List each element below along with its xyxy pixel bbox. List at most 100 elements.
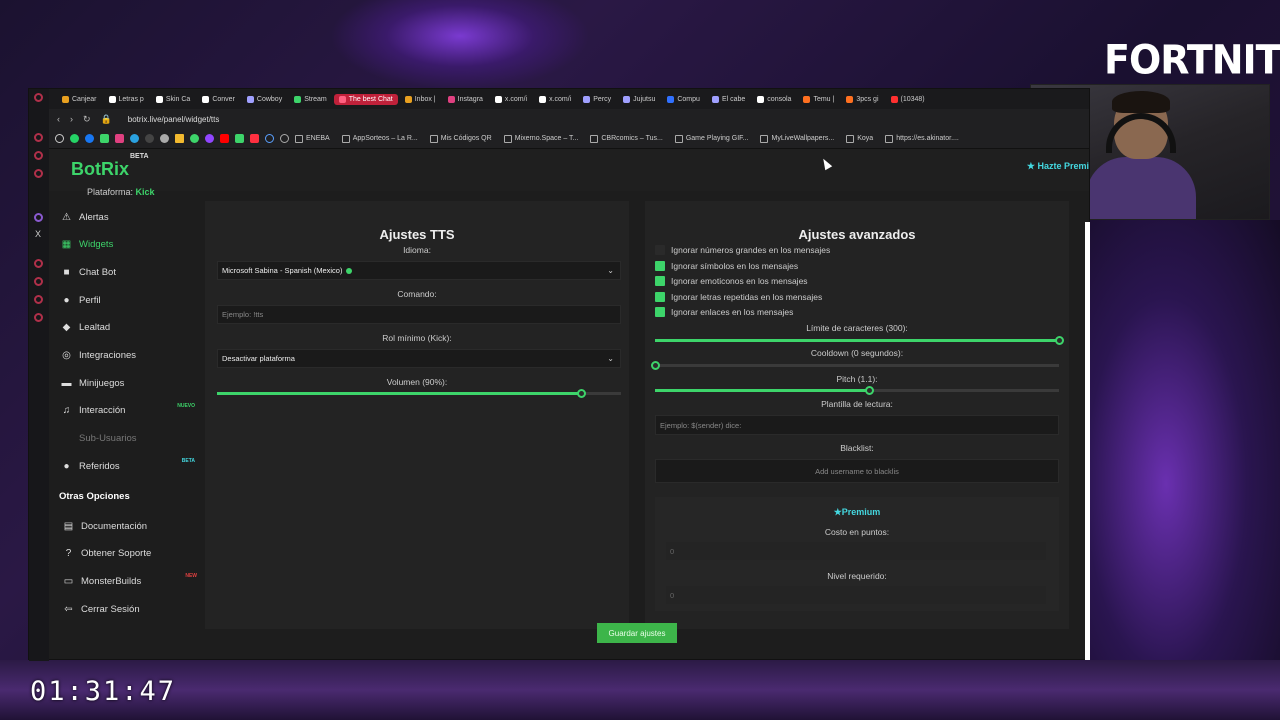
sidebar-item-sub-usuarios[interactable]: Sub-Usuarios xyxy=(61,429,201,449)
volume-slider[interactable] xyxy=(217,389,621,398)
x-icon[interactable]: X xyxy=(35,229,41,239)
youtube-icon[interactable] xyxy=(220,134,229,143)
browser-tab[interactable]: Jujutsu xyxy=(618,94,660,105)
back-icon[interactable]: ‹ xyxy=(57,114,60,124)
telegram-icon[interactable] xyxy=(130,134,139,143)
cost-input[interactable]: 0 xyxy=(665,541,1047,561)
bookmark-item[interactable]: Mixerno.Space – T... xyxy=(503,134,578,143)
bookmark-item[interactable]: MyLiveWallpapers... xyxy=(760,134,834,143)
browser-tab[interactable]: x.com/i xyxy=(534,94,576,105)
rail-icon[interactable] xyxy=(34,151,43,160)
language-select[interactable]: Microsoft Sabina - Spanish (Mexico) ⌄ xyxy=(217,261,621,280)
checkbox-unchecked-icon[interactable] xyxy=(655,245,665,255)
ignore-option-checkbox[interactable]: Ignorar letras repetidas en los mensajes xyxy=(655,291,822,302)
bookmark-item[interactable]: Mis Códigos QR xyxy=(429,134,492,143)
ignore-option-checkbox[interactable]: Ignorar números grandes en los mensajes xyxy=(655,245,830,255)
sidebar-item-documentaci-n[interactable]: ▤ Documentación xyxy=(63,516,203,536)
x-icon[interactable] xyxy=(160,134,169,143)
bookmark-item[interactable]: AppSorteos – La R... xyxy=(341,134,418,143)
ignore-option-checkbox[interactable]: Ignorar enlaces en los mensajes xyxy=(655,307,793,317)
rail-icon[interactable] xyxy=(34,259,43,268)
browser-tab[interactable]: Temu | xyxy=(798,94,839,105)
bookmark-icon[interactable] xyxy=(250,134,259,143)
bookmark-item[interactable]: ENEBA xyxy=(295,134,330,143)
template-input[interactable]: Ejemplo: $(sender) dice: xyxy=(655,415,1059,435)
discord-icon[interactable] xyxy=(280,134,289,143)
char-limit-slider[interactable] xyxy=(655,336,1064,345)
browser-tab[interactable]: Letras p xyxy=(104,94,149,105)
tiktok-icon[interactable] xyxy=(145,134,154,143)
bookmark-icon[interactable] xyxy=(265,134,274,143)
settings-icon[interactable] xyxy=(34,313,43,322)
chrome-icon[interactable] xyxy=(55,134,64,143)
botrix-logo[interactable]: BotRixBETA xyxy=(71,153,149,180)
binance-icon[interactable] xyxy=(175,134,184,143)
browser-tab[interactable]: (10348) xyxy=(886,94,930,105)
browser-tab[interactable]: Stream xyxy=(289,94,332,105)
blacklist-input[interactable]: Add username to blacklis xyxy=(655,459,1059,483)
sidebar-item-perfil[interactable]: ● Perfil xyxy=(61,290,201,310)
slider-thumb[interactable] xyxy=(651,361,660,370)
slider-thumb[interactable] xyxy=(865,386,875,395)
rail-icon[interactable] xyxy=(34,133,43,142)
sidebar-item-referidos[interactable]: ● Referidos BETA xyxy=(61,456,201,476)
checkbox-checked-icon[interactable] xyxy=(655,260,665,271)
forward-icon[interactable]: › xyxy=(70,114,73,124)
browser-tab[interactable]: Instagra xyxy=(443,94,488,105)
ignore-option-checkbox[interactable]: Ignorar emoticonos en los mensajes xyxy=(655,276,808,286)
twitch-icon[interactable] xyxy=(205,134,214,143)
browser-tab[interactable]: Percy xyxy=(578,94,616,105)
bookmark-item[interactable]: https://es.akinator.... xyxy=(885,134,959,143)
rail-icon[interactable] xyxy=(34,169,43,178)
sidebar-item-integraciones[interactable]: ◎ Integraciones xyxy=(61,346,201,366)
bookmark-item[interactable]: CBRcomics – Tus... xyxy=(590,134,663,143)
browser-tab[interactable]: Skin Ca xyxy=(151,94,196,105)
browser-tab[interactable]: x.com/i xyxy=(490,94,532,105)
sidebar-item-monsterbuilds[interactable]: ▭ MonsterBuilds NEW xyxy=(63,571,203,591)
instagram-icon[interactable] xyxy=(115,134,124,143)
sidebar-item-obtener-soporte[interactable]: ? Obtener Soporte xyxy=(63,544,203,564)
reload-icon[interactable]: ↻ xyxy=(83,114,91,125)
checkbox-checked-icon[interactable] xyxy=(655,291,665,302)
kick-icon[interactable] xyxy=(190,134,199,143)
facebook-icon[interactable] xyxy=(85,134,94,143)
kick-icon[interactable] xyxy=(235,134,244,143)
rail-icon[interactable] xyxy=(34,277,43,286)
level-input[interactable]: 0 xyxy=(665,585,1047,605)
checkbox-checked-icon[interactable] xyxy=(655,276,665,286)
ignore-option-checkbox[interactable]: Ignorar símbolos en los mensajes xyxy=(655,260,798,271)
checkbox-checked-icon[interactable] xyxy=(655,307,665,317)
sidebar-item-cerrar-sesi-n[interactable]: ⇦ Cerrar Sesión xyxy=(63,599,203,619)
bookmark-item[interactable]: Game Playing GIF... xyxy=(674,134,748,143)
url-field[interactable]: botrix.live/panel/widget/tts xyxy=(128,115,220,124)
browser-tab[interactable]: The best Chat xyxy=(333,93,398,105)
browser-tab[interactable]: El cabe xyxy=(707,94,750,105)
scrollbar[interactable] xyxy=(1085,222,1090,660)
browser-tab[interactable]: Compu xyxy=(662,94,705,105)
bookmark-item[interactable]: Koya xyxy=(846,134,873,143)
slider-thumb[interactable] xyxy=(1055,336,1064,345)
browser-tab[interactable]: 3pcs gi xyxy=(841,94,883,105)
browser-tab[interactable]: Conver xyxy=(197,94,240,105)
browser-tab[interactable]: Inbox | xyxy=(400,94,441,105)
slider-thumb[interactable] xyxy=(576,389,586,398)
browser-tab[interactable]: Canjear xyxy=(57,94,102,105)
save-settings-button[interactable]: Guardar ajustes xyxy=(597,623,677,643)
twitch-icon[interactable] xyxy=(34,213,43,222)
sidebar-item-alertas[interactable]: ⚠ Alertas xyxy=(61,207,201,227)
command-input[interactable]: Ejemplo: !tts xyxy=(217,305,621,324)
sidebar-item-widgets[interactable]: ▦ Widgets xyxy=(61,235,201,255)
role-select[interactable]: Desactivar plataforma ⌄ xyxy=(217,349,621,368)
bookmark-icon[interactable] xyxy=(100,134,109,143)
premium-button[interactable]: ★ Hazte Premi xyxy=(1027,161,1089,172)
pitch-slider[interactable] xyxy=(655,386,1059,395)
browser-tab[interactable]: Cowboy xyxy=(242,94,287,105)
sidebar-item-lealtad[interactable]: ◆ Lealtad xyxy=(61,318,201,338)
opera-icon[interactable] xyxy=(34,93,43,102)
browser-tab[interactable]: consola xyxy=(752,94,796,105)
rail-icon[interactable] xyxy=(34,295,43,304)
whatsapp-icon[interactable] xyxy=(70,134,79,143)
sidebar-item-interacci-n[interactable]: ♫ Interacción NUEVO xyxy=(61,401,201,421)
sidebar-item-minijuegos[interactable]: ▬ Minijuegos xyxy=(61,373,201,393)
cooldown-slider[interactable] xyxy=(651,361,1059,370)
